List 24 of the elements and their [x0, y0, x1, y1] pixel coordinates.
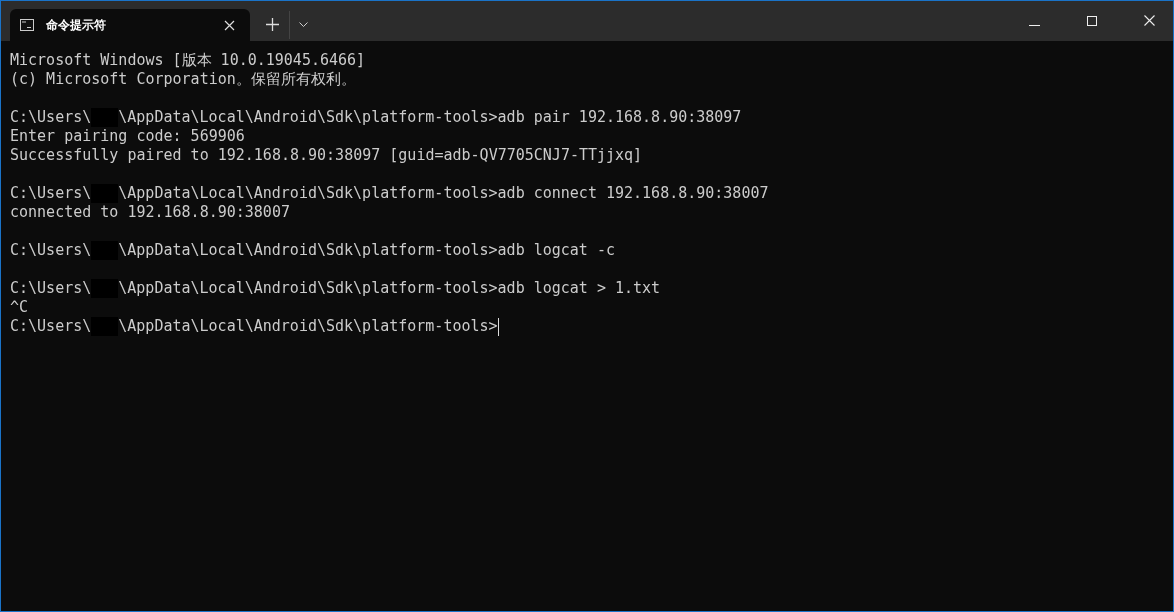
new-tab-icon[interactable]: [266, 18, 279, 31]
console-line: Enter pairing code: 569906: [10, 127, 246, 146]
prompt-path: C:\Users\: [10, 108, 92, 127]
console-line: connected to 192.168.8.90:38007: [10, 203, 291, 222]
close-icon[interactable]: [1144, 15, 1155, 26]
terminal-icon: [20, 19, 34, 31]
prompt-command: \AppData\Local\Android\Sdk\platform-tools>: [118, 317, 498, 336]
console-line: ^C: [10, 298, 30, 317]
console-line: (c) Microsoft Corporation。保留所有权利。: [10, 70, 357, 89]
prompt-command: \AppData\Local\Android\Sdk\platform-tools>adb connect 192.168.8.90:38007: [118, 184, 769, 203]
prompt-path: C:\Users\: [10, 241, 92, 260]
maximize-icon[interactable]: [1087, 16, 1097, 26]
prompt-path: C:\Users\: [10, 279, 92, 298]
console-line: Successfully paired to 192.168.8.90:38097 [guid=adb-QV7705CNJ7-TTjjxq]: [10, 146, 644, 165]
prompt-command: \AppData\Local\Android\Sdk\platform-tools>adb logcat > 1.txt: [118, 279, 661, 298]
prompt-path: C:\Users\: [10, 184, 92, 203]
tab-title: 命令提示符: [46, 16, 107, 34]
prompt-command: \AppData\Local\Android\Sdk\platform-tools>adb logcat -c: [118, 241, 615, 260]
prompt-command: \AppData\Local\Android\Sdk\platform-tools>adb pair 192.168.8.90:38097: [118, 108, 742, 127]
prompt-path: C:\Users\: [10, 317, 92, 336]
close-tab-icon[interactable]: [224, 19, 235, 31]
terminal-tab[interactable]: 命令提示符: [10, 9, 250, 41]
console-line: Microsoft Windows [版本 10.0.19045.6466]: [10, 51, 367, 70]
dropdown-icon[interactable]: [299, 22, 308, 27]
